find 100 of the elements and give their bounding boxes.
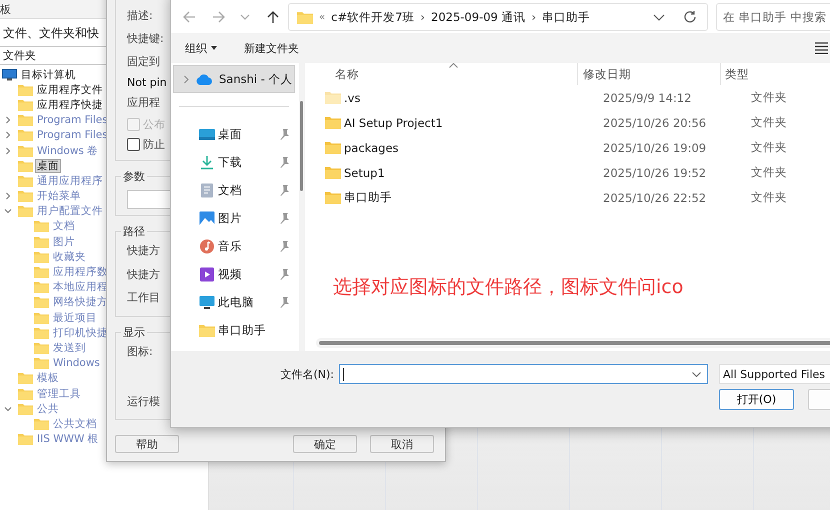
column-header[interactable]: 名称 — [305, 63, 577, 85]
nav-item[interactable]: 桌面 — [218, 126, 242, 142]
nav-item[interactable]: 串口助手 — [218, 322, 266, 338]
file-name[interactable]: Setup1 — [344, 166, 385, 180]
folder-icon — [18, 98, 33, 111]
folder-icon — [18, 114, 33, 126]
column-header: 文件夹 — [0, 46, 106, 65]
field-label: 工作目 — [127, 290, 160, 306]
document-icon — [199, 182, 215, 198]
separator-chevron: › — [532, 10, 536, 24]
tree-item[interactable]: 网络快捷方 — [51, 295, 110, 310]
dialog-button[interactable]: 帮助 — [115, 435, 179, 453]
column-header[interactable]: 修改日期 — [577, 63, 720, 85]
breadcrumb-item[interactable]: 串口助手 — [542, 10, 590, 24]
tree-item[interactable]: Windows — [51, 356, 102, 370]
breadcrumb-item[interactable]: 2025-09-09 通讯 — [431, 10, 526, 24]
folder-icon — [34, 296, 49, 308]
chevron-down-icon[interactable] — [653, 14, 665, 20]
tree-item[interactable]: 管理工具 — [35, 386, 83, 401]
file-name[interactable]: packages — [344, 140, 399, 154]
checkbox[interactable] — [127, 138, 140, 150]
folder-icon — [18, 372, 33, 384]
tree-item[interactable]: 用户配置文件 — [35, 204, 105, 218]
folder-icon — [34, 357, 49, 370]
field-label: 文件名(N): — [279, 366, 335, 382]
expand-chevron-icon[interactable] — [183, 74, 190, 84]
table-cell-text: 2025/10/26 19:52 — [602, 166, 708, 180]
column-header[interactable]: 类型 — [720, 63, 820, 85]
up-arrow-icon[interactable] — [266, 10, 280, 24]
nav-item[interactable]: 音乐 — [218, 238, 242, 254]
tree-item[interactable]: 打印机快捷 — [51, 326, 110, 340]
nav-item[interactable]: 视频 — [218, 266, 242, 282]
table-cell-text: 2025/10/26 22:52 — [602, 190, 708, 204]
field-label: 描述: — [127, 8, 153, 24]
dialog-button[interactable]: 确定 — [293, 435, 357, 453]
overflow-marker[interactable]: « — [319, 12, 326, 22]
tree-item[interactable]: 发送到 — [51, 340, 88, 355]
open-button[interactable]: 打开(O) — [719, 389, 794, 410]
separator-chevron: › — [420, 10, 426, 24]
folder-icon — [34, 220, 49, 232]
folder-icon — [297, 10, 313, 24]
tree-item[interactable]: IIS WWW 根 — [35, 432, 101, 446]
chevron-down-icon[interactable] — [692, 372, 701, 376]
collapse-chevron-icon[interactable] — [4, 404, 12, 413]
address-bar[interactable]: « c#软件开发7班 › 2025-09-09 通讯 › 串口助手 — [288, 3, 708, 31]
table-cell-text: 文件夹 — [750, 165, 788, 180]
nav-item[interactable]: 文档 — [218, 182, 242, 198]
panel-tab[interactable]: 板 — [0, 2, 17, 16]
folder-icon — [18, 402, 33, 415]
organize-menu[interactable]: 组织 — [185, 40, 207, 56]
expand-chevron-icon[interactable] — [4, 116, 12, 124]
new-folder-button[interactable]: 新建文件夹 — [244, 40, 299, 56]
tree-item[interactable]: 应用程序数 — [51, 265, 110, 280]
forward-arrow-icon[interactable] — [212, 10, 226, 24]
caret-icon — [211, 46, 217, 50]
back-arrow-icon[interactable] — [182, 10, 196, 24]
folder-icon — [18, 174, 33, 187]
dialog-button[interactable]: 取消 — [370, 435, 434, 453]
folder-icon — [18, 144, 33, 157]
table-cell-text: 文件夹 — [750, 140, 788, 155]
file-type-dropdown[interactable]: All Supported Files — [719, 364, 830, 384]
breadcrumb-item[interactable]: c#软件开发7班 — [331, 10, 414, 24]
expand-chevron-icon[interactable] — [4, 131, 12, 140]
tree-item[interactable]: 收藏夹 — [51, 250, 88, 264]
tree-item[interactable]: Windows 卷 — [35, 144, 100, 158]
collapse-chevron-icon[interactable] — [4, 207, 12, 216]
tree-item[interactable]: 模板 — [35, 371, 61, 386]
tree-item[interactable]: 开始菜单 — [35, 189, 83, 204]
tree-item[interactable]: 应用程序快捷 — [35, 98, 105, 112]
tree-item[interactable]: 公共 — [35, 402, 61, 416]
expand-chevron-icon[interactable] — [4, 192, 12, 200]
tree-item[interactable]: 图片 — [51, 234, 77, 249]
computer-icon — [2, 68, 17, 81]
monitor-icon — [199, 294, 215, 310]
nav-item[interactable]: 下载 — [218, 154, 242, 170]
file-name[interactable]: AI Setup Project1 — [344, 116, 443, 130]
horizontal-scrollbar[interactable] — [319, 341, 830, 345]
filename-field[interactable] — [339, 364, 708, 384]
folder-icon — [18, 205, 33, 218]
expand-chevron-icon[interactable] — [4, 146, 12, 155]
folder-icon — [34, 326, 49, 339]
file-name[interactable]: 串口助手 — [344, 190, 392, 205]
tree-item[interactable]: 应用程序文件 — [35, 82, 105, 97]
tree-item[interactable]: 通用应用程序 — [35, 174, 105, 188]
tree-item[interactable]: 桌面 — [35, 158, 61, 173]
nav-item[interactable]: 此电脑 — [218, 294, 254, 310]
music-icon — [199, 238, 215, 254]
nav-item[interactable]: 图片 — [218, 210, 242, 226]
file-name[interactable]: .vs — [344, 90, 360, 104]
refresh-icon[interactable] — [683, 10, 697, 24]
tree-item[interactable]: 文档 — [51, 219, 77, 234]
tree-item[interactable]: 目标计算机 — [19, 68, 78, 82]
tree-item[interactable]: 最近项目 — [51, 310, 99, 325]
tree-item[interactable]: 公共文档 — [51, 416, 99, 431]
group-title: 参数 — [122, 169, 146, 184]
search-field[interactable]: 在 串口助手 中搜索 — [716, 3, 830, 31]
folder-icon — [34, 342, 49, 354]
account-item[interactable]: Sanshi - 个人 — [173, 65, 295, 93]
folder-icon — [34, 418, 49, 430]
download-icon — [199, 154, 215, 170]
